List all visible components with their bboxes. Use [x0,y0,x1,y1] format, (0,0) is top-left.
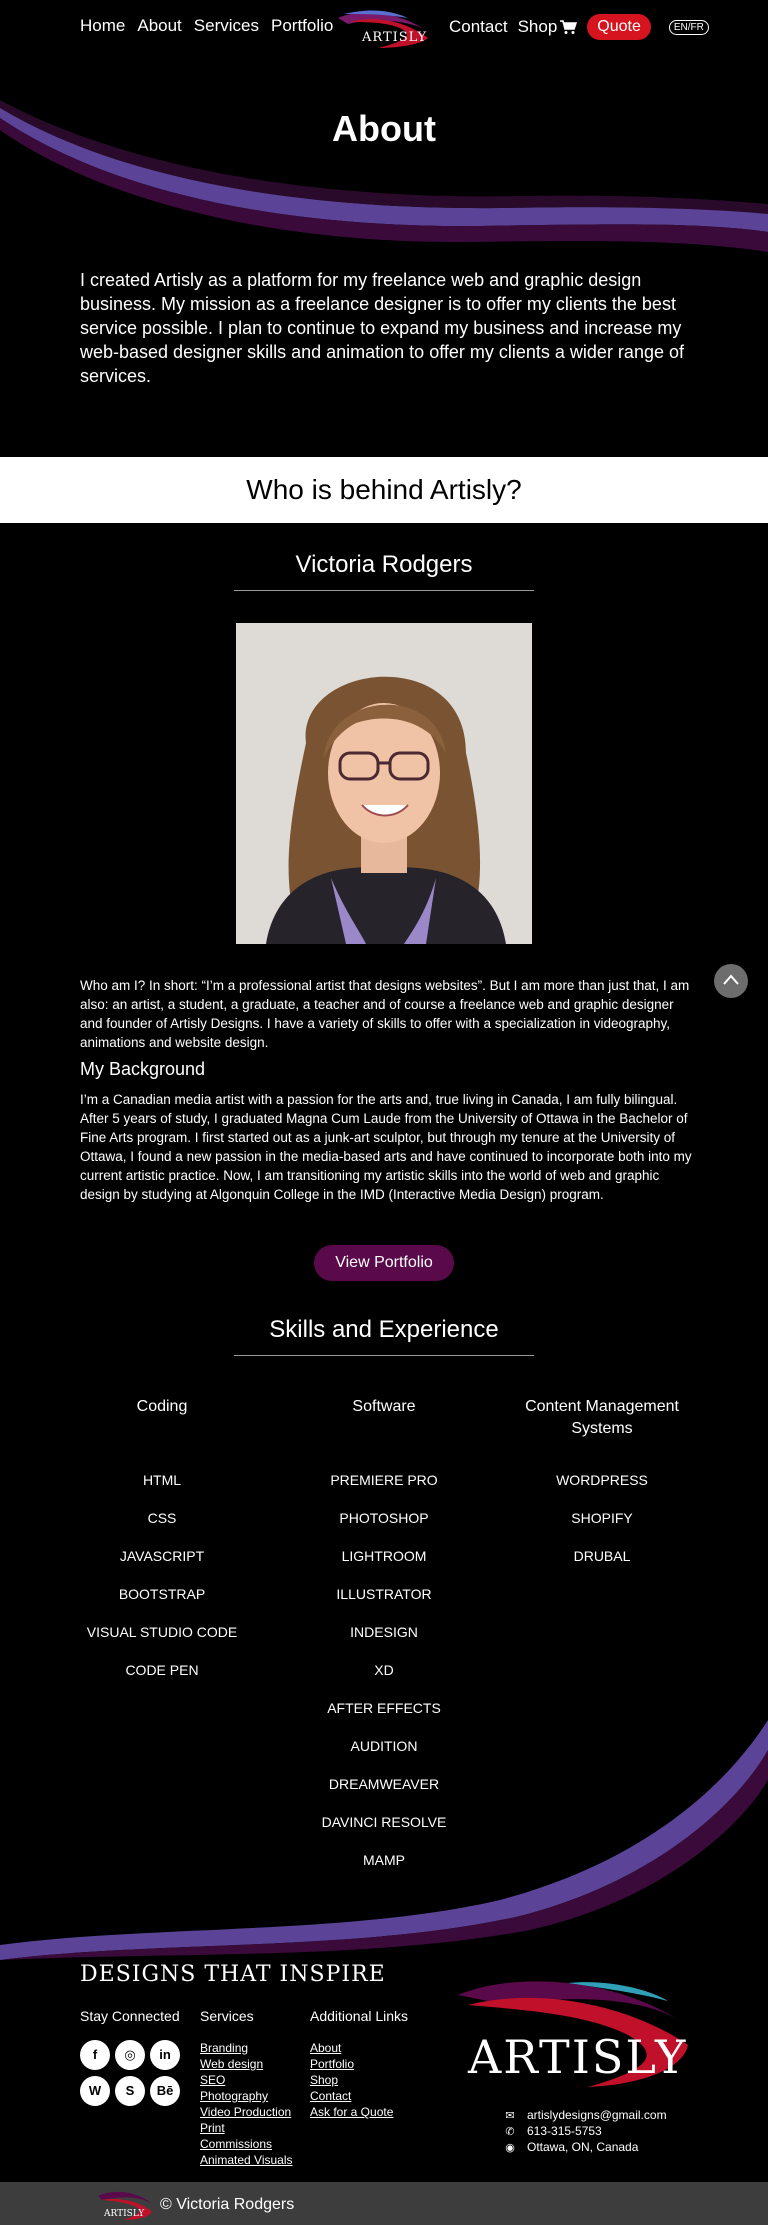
footer-link[interactable]: Ask for a Quote [310,2104,393,2120]
person-name: Victoria Rodgers [295,551,473,578]
email-text: artislydesigns@gmail.com [527,2108,667,2122]
footer-service-link[interactable]: Animated Visuals [200,2152,293,2168]
skills-column-heading: Content Management Systems [525,1398,679,1437]
view-portfolio-button[interactable]: View Portfolio [314,1245,454,1281]
language-toggle[interactable]: EN/FR [668,19,709,35]
skill-item: JAVASCRIPT [119,1548,205,1564]
bio-intro: Who am I? In short: “I’m a professional … [80,978,690,1050]
copyright-text: © Victoria Rodgers [160,2196,295,2213]
top-nav: Home About Services Portfolio ARTISLY Co… [0,0,768,52]
chevron-up-icon [723,974,739,985]
services-list: Branding Web design SEO Photography Vide… [200,2040,293,2168]
portrait-illustration [236,623,532,944]
skill-item: AUDITION [350,1738,418,1754]
skills-column-heading: Coding [136,1398,188,1415]
envelope-icon: ✉ [505,2109,515,2122]
footer-service-link[interactable]: Print [200,2120,293,2136]
skill-item: WORDPRESS [556,1472,648,1488]
footer-logo-text: ARTISLY [468,2030,688,2084]
services-heading: Services [200,2008,254,2024]
skill-item: PHOTOSHOP [339,1510,429,1526]
page-title: About [332,108,436,149]
skills-column-cms: Content Management Systems WORDPRESS SHO… [502,1396,702,1564]
skill-item: DRUBAL [573,1548,631,1564]
facebook-icon[interactable]: f [80,2040,110,2070]
footer-link[interactable]: Shop [310,2072,393,2088]
nav-contact[interactable]: Contact [449,17,508,37]
svg-text:ARTISLY: ARTISLY [103,2209,145,2219]
nav-portfolio[interactable]: Portfolio [271,16,333,36]
phone-icon: ✆ [505,2125,515,2138]
location-icon: ◉ [505,2141,515,2154]
skill-item: VISUAL STUDIO CODE [86,1624,238,1640]
skill-item: XD [374,1662,394,1678]
quote-button[interactable]: Quote [587,14,651,40]
skills-column-coding: Coding HTML CSS JAVASCRIPT BOOTSTRAP VIS… [62,1396,262,1678]
footer-service-link[interactable]: Commissions [200,2136,293,2152]
footer-link[interactable]: Contact [310,2088,393,2104]
skill-item: ILLUSTRATOR [336,1586,432,1602]
header-logo[interactable]: ARTISLY [330,4,430,54]
shopify-icon[interactable]: S [115,2076,145,2106]
bottom-swoosh-decoration [0,1720,768,1960]
skill-item: PREMIERE PRO [330,1472,438,1488]
footer-service-link[interactable]: Video Production [200,2104,293,2120]
nav-home[interactable]: Home [80,16,125,36]
footer-link[interactable]: About [310,2040,393,2056]
contact-email[interactable]: ✉ artislydesigns@gmail.com [503,2108,667,2122]
nav-shop[interactable]: Shop [518,17,578,37]
contact-location: ◉ Ottawa, ON, Canada [503,2140,638,2154]
nav-left: Home About Services Portfolio [80,16,333,36]
cart-icon [560,20,578,34]
nav-services[interactable]: Services [194,16,259,36]
name-divider [234,590,534,591]
who-section-heading: Who is behind Artisly? [0,457,768,523]
nav-right: Contact Shop Quote EN/FR [449,14,709,40]
skills-column-heading: Software [352,1398,416,1415]
skill-item: INDESIGN [350,1624,418,1640]
additional-links-heading: Additional Links [310,2008,409,2024]
skill-item: CSS [147,1510,177,1526]
skills-divider [234,1355,534,1356]
skill-item: DREAMWEAVER [328,1776,440,1792]
skills-column-software: Software PREMIERE PRO PHOTOSHOP LIGHTROO… [284,1396,484,1868]
copyright-logo-icon: ARTISLY [98,2191,152,2220]
wordpress-icon[interactable]: W [80,2076,110,2106]
skill-item: AFTER EFFECTS [327,1700,441,1716]
nav-shop-label[interactable]: Shop [518,17,558,37]
nav-about[interactable]: About [137,16,181,36]
about-paragraph: I created Artisly as a platform for my f… [80,270,684,386]
skill-item: HTML [142,1472,182,1488]
header-logo-text: ARTISLY [362,30,428,45]
footer-service-link[interactable]: Web design [200,2056,293,2072]
additional-links-list: About Portfolio Shop Contact Ask for a Q… [310,2040,393,2120]
footer-link[interactable]: Portfolio [310,2056,393,2072]
skill-item: LIGHTROOM [341,1548,427,1564]
skill-item: MAMP [363,1852,405,1868]
linkedin-icon[interactable]: in [150,2040,180,2070]
contact-phone[interactable]: ✆ 613-315-5753 [503,2124,602,2138]
scroll-to-top-button[interactable] [714,964,748,998]
skill-item: BOOTSTRAP [118,1586,206,1602]
bio-background: I’m a Canadian media artist with a passi… [80,1092,692,1202]
skill-item: DAVINCI RESOLVE [321,1814,447,1830]
skills-title: Skills and Experience [269,1316,499,1343]
skill-item: CODE PEN [125,1662,199,1678]
behance-icon[interactable]: Bē [150,2076,180,2106]
portrait-photo [236,623,532,944]
phone-text: 613-315-5753 [527,2124,602,2138]
instagram-icon[interactable]: ◎ [115,2040,145,2070]
skill-item: SHOPIFY [571,1510,633,1526]
page: Home About Services Portfolio ARTISLY Co… [0,0,768,2225]
background-heading: My Background [80,1059,206,1079]
footer-service-link[interactable]: Photography [200,2088,293,2104]
footer-service-link[interactable]: Branding [200,2040,293,2056]
location-text: Ottawa, ON, Canada [527,2140,639,2154]
stay-connected-heading: Stay Connected [80,2008,180,2024]
footer-tagline: DESIGNS THAT INSPIRE [80,1962,386,1987]
footer-service-link[interactable]: SEO [200,2072,293,2088]
logo-brush-icon [338,10,428,48]
